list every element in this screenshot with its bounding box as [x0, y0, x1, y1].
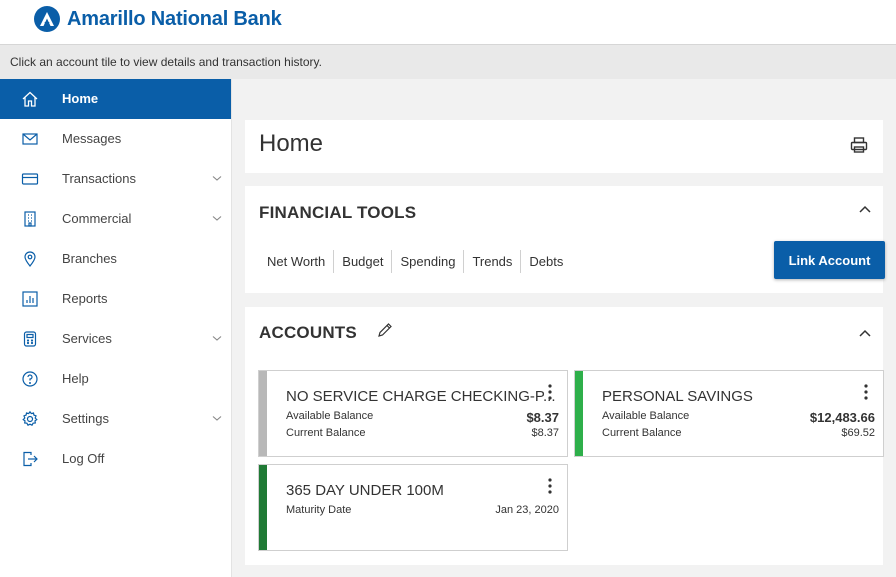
sidebar-item-services[interactable]: Services — [0, 319, 231, 359]
current-balance-label: Current Balance — [602, 427, 682, 439]
sidebar-item-messages[interactable]: Messages — [0, 119, 231, 159]
sidebar-item-reports[interactable]: Reports — [0, 279, 231, 319]
help-icon — [22, 371, 38, 387]
print-icon[interactable] — [849, 135, 869, 155]
chevron-down-icon[interactable] — [211, 412, 223, 424]
account-tile-cd[interactable]: 365 DAY UNDER 100M Maturity Date Jan 23,… — [258, 464, 568, 551]
chevron-down-icon[interactable] — [211, 332, 223, 344]
sidebar-item-label: Home — [62, 91, 99, 106]
current-balance-value: $69.52 — [841, 427, 875, 439]
available-balance-row: Available Balance $12,483.66 — [602, 410, 875, 425]
bar-chart-icon — [22, 291, 38, 307]
available-balance-label: Available Balance — [602, 410, 690, 422]
tool-link-debts[interactable]: Debts — [520, 250, 571, 273]
current-balance-row: Current Balance $8.37 — [286, 427, 559, 439]
financial-tools-title: FINANCIAL TOOLS — [259, 203, 417, 222]
mail-icon — [22, 133, 38, 145]
sidebar-item-settings[interactable]: Settings — [0, 399, 231, 439]
more-vertical-icon[interactable] — [863, 383, 869, 401]
sidebar-item-commercial[interactable]: Commercial — [0, 199, 231, 239]
location-pin-icon — [24, 251, 36, 267]
current-balance-label: Current Balance — [286, 427, 366, 439]
maturity-date-value: Jan 23, 2020 — [495, 504, 559, 516]
pencil-icon[interactable] — [376, 321, 394, 339]
top-bar: Amarillo National Bank — [0, 0, 896, 44]
tool-link-budget[interactable]: Budget — [333, 250, 391, 273]
bank-name: Amarillo National Bank — [67, 7, 282, 30]
available-balance-value: $12,483.66 — [809, 410, 875, 425]
building-icon — [24, 211, 36, 227]
sidebar-item-log-off[interactable]: Log Off — [0, 439, 231, 479]
available-balance-label: Available Balance — [286, 410, 374, 422]
bank-logo[interactable]: Amarillo National Bank — [34, 6, 282, 32]
chevron-up-icon[interactable] — [857, 325, 873, 341]
chevron-down-icon[interactable] — [211, 172, 223, 184]
account-color-bar — [259, 371, 267, 456]
info-bar: Click an account tile to view details an… — [0, 44, 896, 79]
chevron-down-icon[interactable] — [211, 212, 223, 224]
sidebar-item-label: Log Off — [62, 451, 105, 466]
more-vertical-icon[interactable] — [547, 383, 553, 401]
sidebar-item-label: Branches — [62, 251, 117, 266]
financial-tools-panel: FINANCIAL TOOLS Net Worth Budget Spendin… — [245, 186, 885, 293]
link-account-button[interactable]: Link Account — [774, 241, 885, 279]
info-text: Click an account tile to view details an… — [10, 55, 322, 69]
home-header-panel: Home — [245, 120, 883, 173]
sidebar-item-label: Messages — [62, 131, 122, 146]
logout-icon — [23, 451, 38, 467]
current-balance-row: Current Balance $69.52 — [602, 427, 875, 439]
tool-link-spending[interactable]: Spending — [391, 250, 463, 273]
gear-icon — [22, 410, 38, 426]
account-name: 365 DAY UNDER 100M — [286, 482, 444, 499]
chevron-up-icon[interactable] — [857, 201, 873, 217]
account-color-bar — [259, 465, 267, 550]
current-balance-value: $8.37 — [531, 427, 559, 439]
sidebar-item-transactions[interactable]: Transactions — [0, 159, 231, 199]
account-tile-savings[interactable]: PERSONAL SAVINGS Available Balance $12,4… — [574, 370, 884, 457]
accounts-panel: ACCOUNTS NO SERVICE CHARGE CHECKING-P...… — [245, 307, 884, 565]
sidebar-item-branches[interactable]: Branches — [0, 239, 231, 279]
available-balance-value: $8.37 — [526, 410, 559, 425]
sidebar-item-label: Settings — [62, 411, 109, 426]
sidebar-item-label: Commercial — [62, 211, 132, 226]
calculator-icon — [23, 331, 37, 347]
tool-link-trends[interactable]: Trends — [463, 250, 520, 273]
sidebar-item-help[interactable]: Help — [0, 359, 231, 399]
home-icon — [22, 91, 38, 107]
page-title: Home — [259, 130, 324, 157]
account-tile-checking[interactable]: NO SERVICE CHARGE CHECKING-P... Availabl… — [258, 370, 568, 457]
sidebar-item-label: Help — [62, 371, 89, 386]
tool-link-net-worth[interactable]: Net Worth — [259, 250, 333, 273]
maturity-date-row: Maturity Date Jan 23, 2020 — [286, 504, 559, 516]
sidebar-item-label: Reports — [62, 291, 108, 306]
account-name: PERSONAL SAVINGS — [602, 388, 753, 405]
maturity-date-label: Maturity Date — [286, 504, 352, 516]
available-balance-row: Available Balance $8.37 — [286, 410, 559, 425]
account-color-bar — [575, 371, 583, 456]
account-name: NO SERVICE CHARGE CHECKING-P... — [286, 388, 556, 405]
financial-tools-links: Net Worth Budget Spending Trends Debts — [259, 250, 571, 273]
more-vertical-icon[interactable] — [547, 477, 553, 495]
sidebar: Home Messages Transactions Commercial Br… — [0, 79, 232, 577]
card-icon — [21, 173, 39, 185]
accounts-title: ACCOUNTS — [259, 323, 357, 342]
sidebar-item-label: Transactions — [62, 171, 136, 186]
sidebar-item-home[interactable]: Home — [0, 79, 231, 119]
sidebar-item-label: Services — [62, 331, 112, 346]
bank-logo-icon — [34, 6, 60, 32]
